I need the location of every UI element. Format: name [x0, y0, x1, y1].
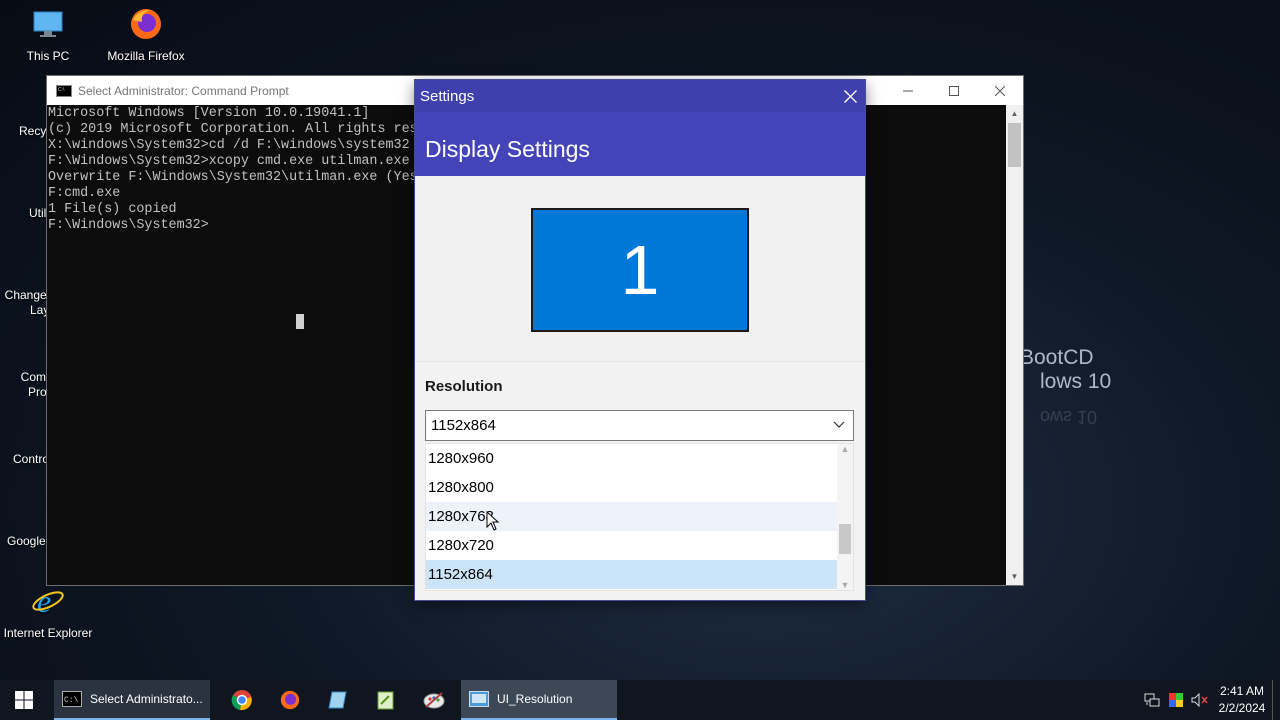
- settings-app-icon: [469, 691, 489, 707]
- maximize-button[interactable]: [931, 76, 977, 105]
- desktop-icon-change-layout[interactable]: Change Lay: [2, 288, 50, 318]
- resolution-option[interactable]: 1280x720: [426, 531, 837, 560]
- system-tray: 2:41 AM 2/2/2024: [1140, 680, 1280, 720]
- windows-logo-icon: [15, 691, 33, 709]
- wallpaper-line-2: lows 10: [1040, 370, 1112, 393]
- desktop-icon-label: Mozilla Firefox: [107, 49, 185, 63]
- minimize-button[interactable]: [885, 76, 931, 105]
- resolution-option-selected[interactable]: 1152x864: [426, 560, 837, 589]
- cmd-icon: C:\: [62, 691, 82, 707]
- color-squares-icon: [1169, 693, 1183, 707]
- resolution-option[interactable]: 1280x800: [426, 473, 837, 502]
- resolution-option[interactable]: 1280x960: [426, 444, 837, 473]
- desktop-icon-label: Pro: [28, 385, 47, 399]
- paint-icon: [423, 692, 445, 709]
- chrome-icon: [231, 690, 252, 711]
- maximize-icon: [949, 85, 959, 96]
- desktop-icon-label: Com: [20, 370, 47, 384]
- tray-network[interactable]: [1140, 680, 1164, 720]
- scroll-down-arrow-icon[interactable]: ▼: [1006, 568, 1023, 585]
- taskbar-clock[interactable]: 2:41 AM 2/2/2024: [1212, 683, 1272, 717]
- taskbar-notepad[interactable]: [314, 680, 362, 720]
- resolution-selected-value: 1152x864: [431, 417, 496, 434]
- scroll-up-arrow-icon[interactable]: ▲: [1006, 105, 1023, 122]
- dropdown-scrollbar-thumb[interactable]: [839, 524, 851, 554]
- desktop-icon-google-chrome[interactable]: Google: [7, 534, 46, 549]
- dropdown-scrollbar[interactable]: ▲ ▼: [837, 444, 853, 590]
- monitor-preview-area: 1: [415, 176, 865, 362]
- taskbar-item-label: Select Administrato...: [90, 692, 203, 706]
- notepad-plus-icon: [377, 691, 394, 710]
- mouse-pointer-icon: [486, 511, 500, 531]
- tray-color-app[interactable]: [1164, 680, 1188, 720]
- minimize-icon: [903, 90, 913, 91]
- cmd-title: Select Administrator: Command Prompt: [78, 83, 289, 98]
- taskbar-notepad-plus[interactable]: [362, 680, 410, 720]
- start-button[interactable]: [0, 680, 48, 720]
- resolution-label: Resolution: [425, 378, 503, 395]
- desktop-icon-this-pc[interactable]: This PC: [0, 6, 96, 64]
- taskbar-item-label: UI_Resolution: [497, 692, 573, 706]
- wallpaper-reflection: ows 10: [1040, 407, 1098, 427]
- desktop-icon-internet-explorer[interactable]: e Internet Explorer: [0, 583, 96, 641]
- resolution-dropdown[interactable]: 1152x864: [425, 410, 854, 441]
- scroll-up-arrow-icon[interactable]: ▲: [837, 444, 853, 454]
- monitor-1-tile[interactable]: 1: [531, 208, 749, 332]
- desktop-icon-control-panel[interactable]: Contro: [13, 452, 49, 467]
- desktop-icon-label: Change: [4, 288, 47, 302]
- settings-titlebar[interactable]: Settings: [415, 80, 865, 112]
- desktop-icon-utilities[interactable]: Util: [29, 206, 46, 221]
- settings-title: Settings: [420, 87, 475, 105]
- taskbar: C:\ Select Administrato... UI_Resolution…: [0, 680, 1280, 720]
- taskbar-item-command-prompt[interactable]: C:\ Select Administrato...: [54, 680, 210, 720]
- desktop-icon-label: Internet Explorer: [3, 626, 93, 640]
- cmd-scrollbar[interactable]: ▲ ▼: [1006, 105, 1023, 585]
- volume-muted-icon: [1191, 693, 1208, 707]
- close-icon: [843, 89, 857, 103]
- tray-volume[interactable]: [1188, 680, 1212, 720]
- scrollbar-thumb[interactable]: [1008, 123, 1021, 167]
- taskbar-paint[interactable]: [410, 680, 458, 720]
- clock-date: 2/2/2024: [1218, 701, 1266, 715]
- desktop-icon-label: Lay: [30, 303, 50, 317]
- clock-time: 2:41 AM: [1219, 684, 1265, 698]
- desktop-icon-firefox[interactable]: Mozilla Firefox: [98, 6, 194, 64]
- svg-text:e: e: [37, 583, 51, 619]
- settings-header: Display Settings: [415, 112, 865, 176]
- firefox-icon: [131, 9, 161, 39]
- close-button[interactable]: [977, 76, 1023, 105]
- cmd-icon: [56, 84, 72, 97]
- desktop-icon-command-prompt[interactable]: Com Pro: [20, 370, 47, 400]
- notepad-icon: [328, 691, 347, 709]
- scroll-down-arrow-icon[interactable]: ▼: [837, 580, 853, 590]
- svg-text:C:\: C:\: [64, 696, 79, 705]
- text-cursor: [296, 314, 304, 329]
- network-icon: [1144, 693, 1160, 707]
- taskbar-chrome[interactable]: [218, 680, 266, 720]
- settings-window[interactable]: Settings Display Settings 1 Resolution 1…: [415, 80, 865, 600]
- firefox-icon: [280, 690, 300, 710]
- chevron-down-icon: [831, 417, 847, 433]
- close-icon: [995, 85, 1005, 96]
- settings-close-button[interactable]: [835, 80, 865, 112]
- show-desktop-button[interactable]: [1272, 680, 1280, 720]
- computer-icon: [33, 11, 63, 37]
- wallpaper-text: BootCD lows 10: [1020, 346, 1111, 394]
- internet-explorer-icon: e: [32, 583, 64, 619]
- wallpaper-line-1: BootCD: [1020, 346, 1094, 369]
- taskbar-item-ui-resolution[interactable]: UI_Resolution: [461, 680, 617, 720]
- taskbar-firefox[interactable]: [266, 680, 314, 720]
- desktop-icon-label: This PC: [26, 49, 70, 63]
